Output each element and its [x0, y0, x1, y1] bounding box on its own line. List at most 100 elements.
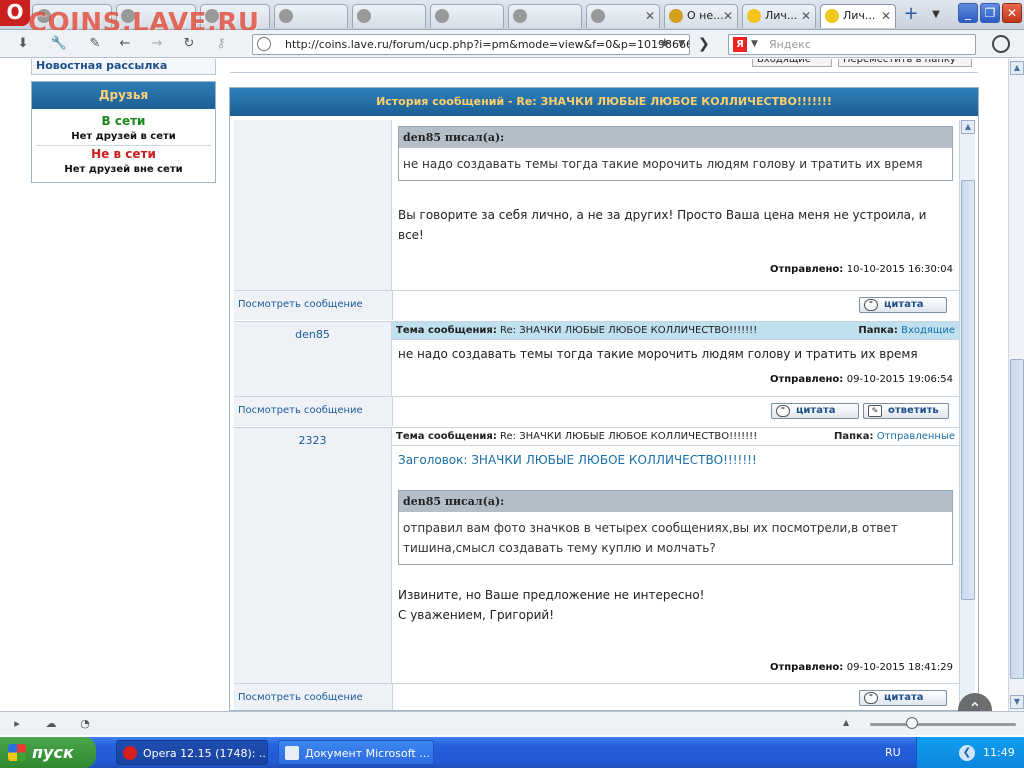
folder-info: Папка: Отправленные	[834, 428, 955, 445]
reply-icon: ✎	[868, 405, 882, 417]
address-dropdown-icon[interactable]: ▼	[678, 35, 685, 54]
view-message-link[interactable]: Посмотреть сообщение	[238, 692, 363, 703]
address-bar[interactable]: http://coins.lave.ru/forum/ucp.php?i=pm&…	[252, 34, 690, 55]
quote-button[interactable]: " цитата	[859, 297, 947, 313]
tab-9[interactable]: О не... ✕	[664, 4, 738, 28]
reply-button[interactable]: ✎ ответить	[863, 403, 949, 419]
tray-arrow-icon[interactable]: ❮	[959, 745, 975, 761]
start-label: пуск	[32, 743, 74, 762]
tab-close-icon[interactable]: ✕	[645, 5, 655, 27]
actions-cell: " цитата	[392, 291, 959, 320]
quote-button[interactable]: " цитата	[859, 690, 947, 706]
folder-link[interactable]: Отправленные	[877, 431, 955, 442]
wrench-icon[interactable]: 🔧	[50, 35, 68, 53]
message-text: Вы говорите за себя лично, а не за други…	[398, 208, 927, 242]
scroll-down-arrow-icon[interactable]: ▼	[1010, 695, 1024, 709]
history-scrollbar[interactable]: ▲	[959, 120, 975, 710]
folder-label: Папка:	[858, 325, 898, 336]
tab-smiley-icon	[825, 9, 839, 23]
tab-menu-chevron-icon[interactable]: ▼	[928, 4, 944, 26]
message-author[interactable]: den85	[234, 322, 392, 396]
folder-link[interactable]: Входящие	[901, 325, 955, 336]
page-scroll-thumb[interactable]	[1010, 359, 1024, 679]
tab-5[interactable]	[352, 4, 426, 28]
scroll-up-arrow-icon[interactable]: ▲	[1010, 61, 1024, 75]
quote-button-label: цитата	[884, 299, 924, 310]
tab-7[interactable]	[508, 4, 582, 28]
message-author[interactable]: 2323	[234, 428, 392, 683]
view-message-link[interactable]: Посмотреть сообщение	[238, 299, 363, 310]
opera-menu-button[interactable]: O	[0, 0, 30, 26]
offline-note: Нет друзей вне сети	[64, 164, 183, 175]
subject-label: Тема сообщения:	[396, 431, 497, 442]
start-button[interactable]: пуск	[0, 737, 96, 768]
quote-text: отправил вам фото значков в четырех сооб…	[403, 521, 898, 555]
message-actions-row: Посмотреть сообщение " цитата ✎ ответить	[234, 396, 959, 426]
pencil-icon[interactable]: ✎	[86, 35, 104, 53]
back-arrow-icon[interactable]: ←	[116, 35, 134, 53]
new-tab-button[interactable]: +	[900, 4, 922, 26]
download-icon[interactable]: ⬇	[14, 35, 32, 53]
message-author[interactable]	[234, 120, 392, 290]
tab-active[interactable]: Лич... ✕	[820, 4, 896, 28]
subject-label: Тема сообщения:	[396, 325, 497, 336]
zoom-slider[interactable]	[870, 723, 1016, 726]
sent-date: 09-10-2015 19:06:54	[846, 374, 953, 385]
reload-icon[interactable]: ↻	[180, 35, 198, 53]
folder-select[interactable]: Входящие	[752, 59, 832, 67]
close-button[interactable]: ✕	[1002, 3, 1022, 23]
tab-4[interactable]	[274, 4, 348, 28]
top-strip: Входящие Переместить в папку	[230, 59, 978, 73]
bookmark-star-icon[interactable]: ★	[658, 35, 671, 54]
taskbar-item-opera[interactable]: Opera 12.15 (1748): ...	[116, 740, 268, 765]
tab-10[interactable]: Лич... ✕	[742, 4, 816, 28]
tab-8[interactable]: ✕	[586, 4, 660, 28]
restore-button[interactable]: ❐	[980, 3, 1000, 23]
message-subject-bar: Тема сообщения: Re: ЗНАЧКИ ЛЮБЫЕ ЛЮБОЕ К…	[392, 428, 959, 446]
scroll-up-arrow-icon[interactable]: ▲	[961, 120, 975, 134]
move-to-folder-select[interactable]: Переместить в папку	[838, 59, 972, 67]
key-icon[interactable]: ⚷	[212, 35, 230, 53]
message-subject-bar: Тема сообщения: Re: ЗНАЧКИ ЛЮБЫЕ ЛЮБОЕ К…	[392, 322, 959, 340]
taskbar-item-word[interactable]: Документ Microsoft ...	[278, 740, 434, 765]
quote-block: den85 писал(а): не надо создавать темы т…	[398, 126, 953, 181]
navigation-toolbar: ⬇ 🔧 ✎ ← → ↻ ⚷ http://coins.lave.ru/forum…	[0, 30, 1024, 58]
forward-arrow-icon[interactable]: →	[148, 35, 166, 53]
friends-title: Друзья	[32, 82, 215, 109]
newsletter-link[interactable]: Новостная рассылка	[31, 59, 216, 75]
search-engine-dropdown-icon[interactable]: ▼	[751, 35, 758, 54]
go-arrow-icon[interactable]: ❯	[698, 36, 710, 52]
tab-label: Лич...	[843, 9, 876, 22]
subject-text: Re: ЗНАЧКИ ЛЮБЫЕ ЛЮБОЕ КОЛЛИЧЕСТВО!!!!!!…	[500, 325, 758, 336]
subject-text: Re: ЗНАЧКИ ЛЮБЫЕ ЛЮБОЕ КОЛЛИЧЕСТВО!!!!!!…	[500, 431, 758, 442]
history-title: История сообщений - Re: ЗНАЧКИ ЛЮБЫЕ ЛЮБ…	[230, 88, 978, 116]
search-input[interactable]: Я ▼ Яндекс	[728, 34, 976, 55]
page-scrollbar[interactable]: ▲ ▼	[1008, 59, 1024, 711]
friends-panel: Друзья В сети Нет друзей в сети Не в сет…	[31, 81, 216, 183]
page-content: Новостная рассылка Друзья В сети Нет дру…	[0, 59, 1008, 711]
online-note: Нет друзей в сети	[71, 131, 176, 142]
view-message-link[interactable]: Посмотреть сообщение	[238, 405, 363, 416]
tab-favicon-icon	[435, 9, 449, 23]
tab-close-icon[interactable]: ✕	[723, 5, 733, 27]
history-clock-icon[interactable]	[992, 35, 1010, 53]
tab-close-icon[interactable]: ✕	[881, 5, 891, 27]
panel-toggle-icon[interactable]: ▸	[10, 717, 24, 730]
offline-label: Не в сети	[36, 145, 211, 162]
history-scroll-thumb[interactable]	[961, 180, 975, 600]
language-indicator[interactable]: RU	[885, 737, 901, 768]
tab-close-icon[interactable]: ✕	[801, 5, 811, 27]
minimize-button[interactable]: _	[958, 3, 978, 23]
zoom-triangle-icon[interactable]: ▲	[843, 718, 849, 727]
online-label: В сети	[101, 114, 146, 128]
speed-dial-icon[interactable]: ◔	[78, 717, 92, 730]
sent-label: Отправлено:	[769, 374, 844, 385]
quote-button[interactable]: " цитата	[771, 403, 859, 419]
quote-button-label: цитата	[884, 692, 924, 703]
tab-6[interactable]	[430, 4, 504, 28]
zoom-slider-knob[interactable]	[906, 717, 918, 729]
cloud-icon[interactable]: ☁	[44, 717, 58, 730]
tab-favicon-icon	[357, 9, 371, 23]
yandex-icon: Я	[733, 37, 747, 52]
message-row: den85 писал(а): не надо создавать темы т…	[234, 120, 959, 290]
